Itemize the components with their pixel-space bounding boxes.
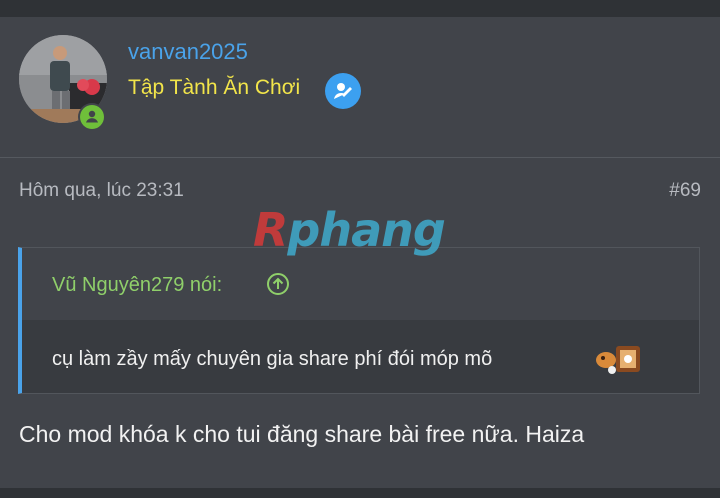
watermark-logo: Rphang [253,203,446,257]
arrow-up-circle-icon[interactable] [266,272,290,301]
post-number[interactable]: #69 [669,180,701,202]
top-bar [0,0,720,17]
emoji-sticker-icon [592,340,648,381]
header-divider [0,157,720,158]
verified-badge-icon[interactable] [325,73,361,109]
bottom-bar [0,488,720,498]
user-header: vanvan2025 Tập Tành Ăn Chơi [0,17,720,157]
user-title: Tập Tành Ăn Chơi [128,76,301,99]
post-message: Cho mod khóa k cho tui đăng share bài fr… [19,421,585,447]
online-status-icon [78,103,106,131]
quote-author[interactable]: Vũ Nguyên279 nói: [52,274,222,297]
quote-text: cụ làm zầy mấy chuyên gia share phí đói … [52,348,493,370]
quote-block: Vũ Nguyên279 nói: cụ làm zầy mấy chuyên … [18,247,700,394]
quote-header: Vũ Nguyên279 nói: [22,248,699,320]
post-date[interactable]: Hôm qua, lúc 23:31 [19,180,184,202]
username-link[interactable]: vanvan2025 [128,39,248,65]
